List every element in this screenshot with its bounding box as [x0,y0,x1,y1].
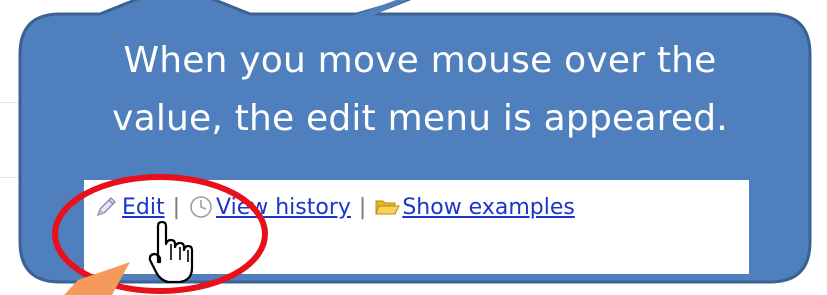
clock-icon [190,196,212,218]
pencil-icon [96,197,116,217]
callout-line-2: value, the edit menu is appeared. [112,98,728,139]
callout-message: When you move mouse over the value, the … [40,32,800,148]
menu-separator: | [172,194,181,220]
edit-menu: Edit | View history | Show examples [94,194,575,220]
edit-link[interactable]: Edit [122,195,165,220]
view-history-link[interactable]: View history [216,195,351,220]
open-folder-icon [375,200,401,215]
menu-separator: | [358,194,367,220]
callout-line-1: When you move mouse over the [123,40,717,81]
edit-menu-screenshot: Edit | View history | Show examples [84,180,749,274]
show-examples-link[interactable]: Show examples [402,195,575,220]
